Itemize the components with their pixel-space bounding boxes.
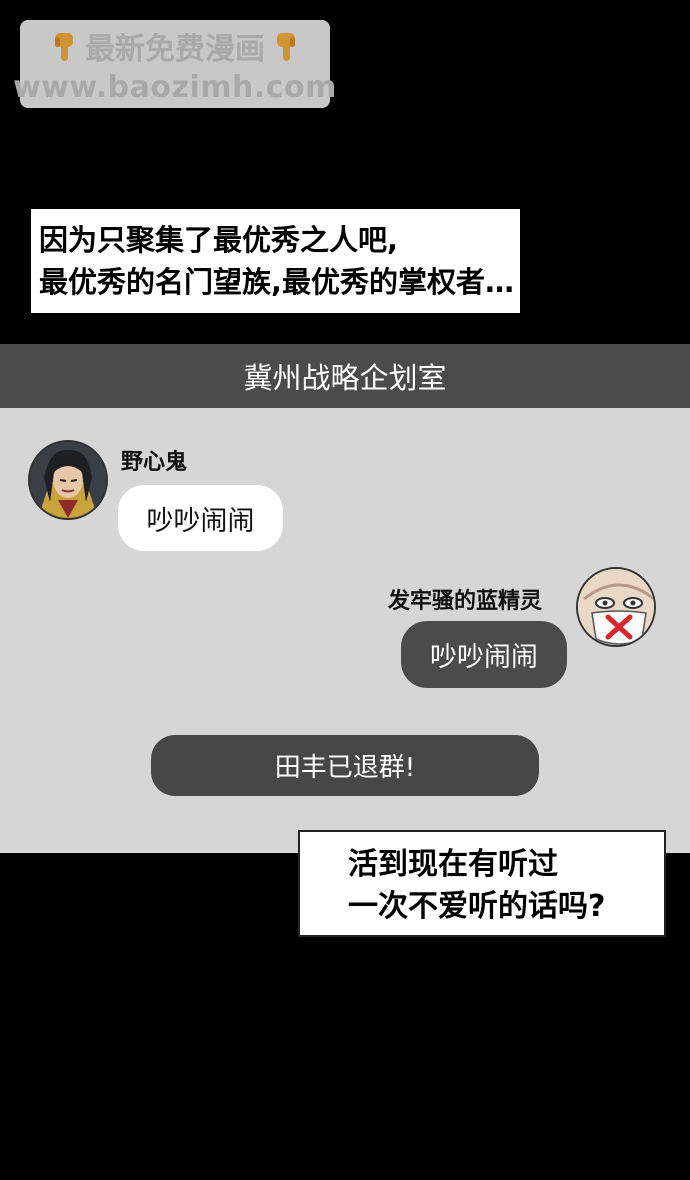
watermark-title: 最新免费漫画 xyxy=(85,31,265,67)
chat-title: 冀州战略企划室 xyxy=(243,361,447,395)
sender-name: 野心鬼 xyxy=(121,450,188,475)
watermark-url: www.baozimh.com xyxy=(13,69,337,105)
chat-title-bar: 冀州战略企划室 xyxy=(0,344,690,408)
caption-line: 活到现在有听过 xyxy=(348,847,558,882)
character-portrait-icon xyxy=(30,442,106,518)
caption-line: 一次不爱听的话吗? xyxy=(348,889,606,924)
avatar-ambitious-ghost[interactable] xyxy=(28,440,108,520)
narration-caption-bottom: 活到现在有听过 一次不爱听的话吗? xyxy=(298,830,666,937)
avatar-grumbling-smurf[interactable] xyxy=(576,567,656,647)
sender-name: 发牢骚的蓝精灵 xyxy=(388,589,543,614)
caption-line: 因为只聚集了最优秀之人吧, xyxy=(39,223,399,257)
pointing-down-hand-icon xyxy=(277,32,295,61)
message-bubble-outgoing: 吵吵闹闹 xyxy=(401,621,567,688)
pointing-down-hand-icon xyxy=(55,32,73,61)
system-notification: 田丰已退群! xyxy=(151,735,539,796)
caption-line: 最优秀的名门望族,最优秀的掌权者… xyxy=(39,265,515,299)
message-bubble-incoming: 吵吵闹闹 xyxy=(118,485,283,551)
narration-caption-top: 因为只聚集了最优秀之人吧, 最优秀的名门望族,最优秀的掌权者… xyxy=(31,209,520,313)
watermark: 最新免费漫画 www.baozimh.com xyxy=(13,20,336,108)
